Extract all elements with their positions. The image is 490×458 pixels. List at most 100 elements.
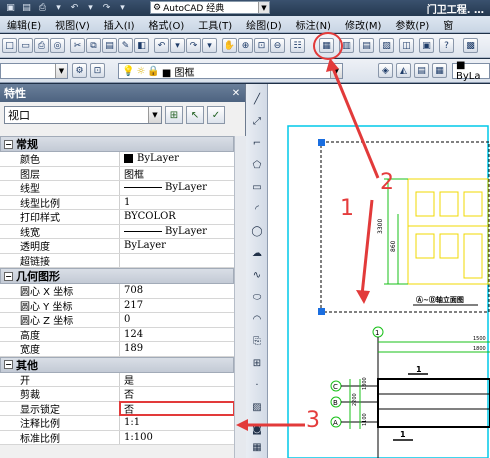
close-icon[interactable]: ✕ bbox=[230, 87, 242, 99]
dropdown-icon[interactable]: ▾ bbox=[84, 2, 97, 14]
markup-icon[interactable]: ◫ bbox=[399, 38, 414, 53]
property-row[interactable]: 圆心 X 坐标 708 bbox=[0, 284, 234, 299]
dropdown-icon[interactable]: ▾ bbox=[52, 2, 65, 14]
paste-icon[interactable]: ▤ bbox=[102, 38, 117, 53]
property-row[interactable]: 线宽 ByLayer bbox=[0, 224, 234, 239]
property-value[interactable]: 否 bbox=[120, 387, 234, 401]
property-row[interactable]: 打印样式 BYCOLOR bbox=[0, 210, 234, 225]
calculator-icon[interactable]: ▣ bbox=[419, 38, 434, 53]
property-row[interactable]: 圆心 Z 坐标 0 bbox=[0, 313, 234, 328]
menu-dimension[interactable]: 标注(N) bbox=[289, 17, 338, 32]
property-value[interactable]: 1:1 bbox=[120, 416, 234, 430]
polygon-icon[interactable]: ⬠ bbox=[250, 158, 264, 172]
display-locked-value[interactable]: 否 bbox=[119, 400, 235, 416]
saveas-icon[interactable]: ▤ bbox=[20, 2, 33, 14]
dropdown-icon[interactable]: ▾ bbox=[170, 38, 185, 53]
drawing-area[interactable]: 3300 860 Ⓐ~Ⓓ轴立面图 1 1500 1800 1 C B A 220… bbox=[268, 84, 490, 458]
hatch-icon[interactable]: ▨ bbox=[250, 400, 264, 414]
property-value[interactable] bbox=[120, 254, 234, 268]
quick-select-icon[interactable]: ✓ bbox=[207, 106, 225, 124]
property-value[interactable]: 124 bbox=[120, 328, 234, 342]
undo-icon[interactable]: ↶ bbox=[154, 38, 169, 53]
menu-tools[interactable]: 工具(T) bbox=[191, 17, 239, 32]
menu-modify[interactable]: 修改(M) bbox=[338, 17, 388, 32]
property-row[interactable]: 圆心 Y 坐标 217 bbox=[0, 298, 234, 313]
ellipse-arc-icon[interactable]: ◠ bbox=[250, 312, 264, 326]
layer-state-icon[interactable]: ⊡ bbox=[90, 63, 105, 78]
property-value[interactable]: 189 bbox=[120, 342, 234, 356]
property-value[interactable]: ByLayer bbox=[120, 225, 234, 239]
menu-edit[interactable]: 编辑(E) bbox=[0, 17, 48, 32]
property-value[interactable]: 708 bbox=[120, 284, 234, 298]
section-general[interactable]: − 常规 bbox=[0, 136, 234, 152]
construction-line-icon[interactable]: ⤢ bbox=[250, 114, 264, 128]
property-row[interactable]: 注释比例 1:1 bbox=[0, 416, 234, 431]
property-value[interactable]: ByLayer bbox=[120, 181, 234, 195]
property-value[interactable]: 1 bbox=[120, 196, 234, 210]
property-row[interactable]: 开是 bbox=[0, 372, 234, 387]
select-objects-icon[interactable]: ↖ bbox=[186, 106, 204, 124]
menu-draw[interactable]: 绘图(D) bbox=[239, 17, 289, 32]
menu-parametric[interactable]: 参数(P) bbox=[388, 17, 436, 32]
object-type-select[interactable]: 视口 ▼ bbox=[4, 106, 162, 124]
property-row[interactable]: 超链接 bbox=[0, 253, 234, 268]
property-row[interactable]: 图层 图框 bbox=[0, 166, 234, 181]
property-row[interactable]: 颜色 ByLayer bbox=[0, 152, 234, 167]
table-icon[interactable]: ▦ bbox=[250, 440, 264, 454]
property-row[interactable]: 剪裁否 bbox=[0, 387, 234, 402]
layer-previous-icon[interactable]: ◭ bbox=[396, 63, 411, 78]
plot-icon[interactable]: ⎙ bbox=[36, 2, 49, 14]
sheet-set-icon[interactable]: ▨ bbox=[379, 38, 394, 53]
dropdown-icon[interactable]: ▾ bbox=[116, 2, 129, 14]
undo-icon[interactable]: ↶ bbox=[68, 2, 81, 14]
viewport-boundary[interactable] bbox=[320, 141, 490, 313]
properties-icon[interactable]: ☷ bbox=[290, 38, 305, 53]
menu-insert[interactable]: 插入(I) bbox=[97, 17, 142, 32]
copy-icon[interactable]: ⧉ bbox=[86, 38, 101, 53]
rectangle-icon[interactable]: ▭ bbox=[250, 180, 264, 194]
property-value[interactable]: 1:100 bbox=[120, 431, 234, 445]
tool-palettes-icon[interactable]: ▤ bbox=[359, 38, 374, 53]
pan-icon[interactable]: ✋ bbox=[222, 38, 237, 53]
property-value[interactable]: ByLayer bbox=[120, 152, 234, 166]
layer-combo[interactable]: 💡 ☼ 🔒 ■ 图框 ▼ bbox=[118, 63, 343, 79]
settings-icon[interactable]: ⚙ bbox=[72, 63, 87, 78]
workspace-selector[interactable]: ⚙ AutoCAD 经典 ▼ bbox=[150, 1, 270, 14]
redo-icon[interactable]: ↷ bbox=[186, 38, 201, 53]
block-editor-icon[interactable]: ◧ bbox=[134, 38, 149, 53]
revision-cloud-icon[interactable]: ☁ bbox=[250, 246, 264, 260]
spline-icon[interactable]: ∿ bbox=[250, 268, 264, 282]
palette-scrollbar[interactable] bbox=[234, 136, 246, 458]
property-value[interactable]: 图框 bbox=[120, 167, 234, 181]
property-row[interactable]: 透明度 ByLayer bbox=[0, 239, 234, 254]
polyline-icon[interactable]: ⌐ bbox=[250, 136, 264, 150]
property-value[interactable]: 217 bbox=[120, 299, 234, 313]
property-row-display-locked[interactable]: 显示锁定否 bbox=[0, 400, 235, 416]
property-row[interactable]: 标准比例 1:100 bbox=[0, 430, 234, 445]
save-icon[interactable]: ▣ bbox=[4, 2, 17, 14]
property-row[interactable]: 线型 ByLayer bbox=[0, 181, 234, 196]
layer-walk-icon[interactable]: ▤ bbox=[414, 63, 429, 78]
region-icon[interactable]: ◙ bbox=[250, 422, 264, 436]
new-icon[interactable]: □ bbox=[2, 38, 17, 53]
make-current-icon[interactable]: ◈ bbox=[378, 63, 393, 78]
property-value[interactable]: BYCOLOR bbox=[120, 210, 234, 224]
property-row[interactable]: 线型比例 1 bbox=[0, 195, 234, 210]
menu-format[interactable]: 格式(O) bbox=[142, 17, 192, 32]
ellipse-icon[interactable]: ⬭ bbox=[250, 290, 264, 304]
help-icon[interactable]: ? bbox=[439, 38, 454, 53]
property-row[interactable]: 高度 124 bbox=[0, 327, 234, 342]
layer-filter-combo[interactable]: ▼ bbox=[0, 63, 68, 79]
publish-icon[interactable]: ◎ bbox=[50, 38, 65, 53]
viewport-grip[interactable] bbox=[318, 308, 325, 315]
layer-isolate-icon[interactable]: ▦ bbox=[432, 63, 447, 78]
dropdown-icon[interactable]: ▾ bbox=[202, 38, 217, 53]
arc-icon[interactable]: ◜ bbox=[250, 202, 264, 216]
workspace-icon[interactable]: ▩ bbox=[463, 38, 478, 53]
point-icon[interactable]: · bbox=[250, 378, 264, 392]
zoom-window-icon[interactable]: ⊡ bbox=[254, 38, 269, 53]
property-value[interactable]: 是 bbox=[120, 373, 234, 387]
menu-view[interactable]: 视图(V) bbox=[48, 17, 97, 32]
section-geometry[interactable]: − 几何图形 bbox=[0, 268, 234, 284]
toggle-pickadd-icon[interactable]: ⊞ bbox=[165, 106, 183, 124]
